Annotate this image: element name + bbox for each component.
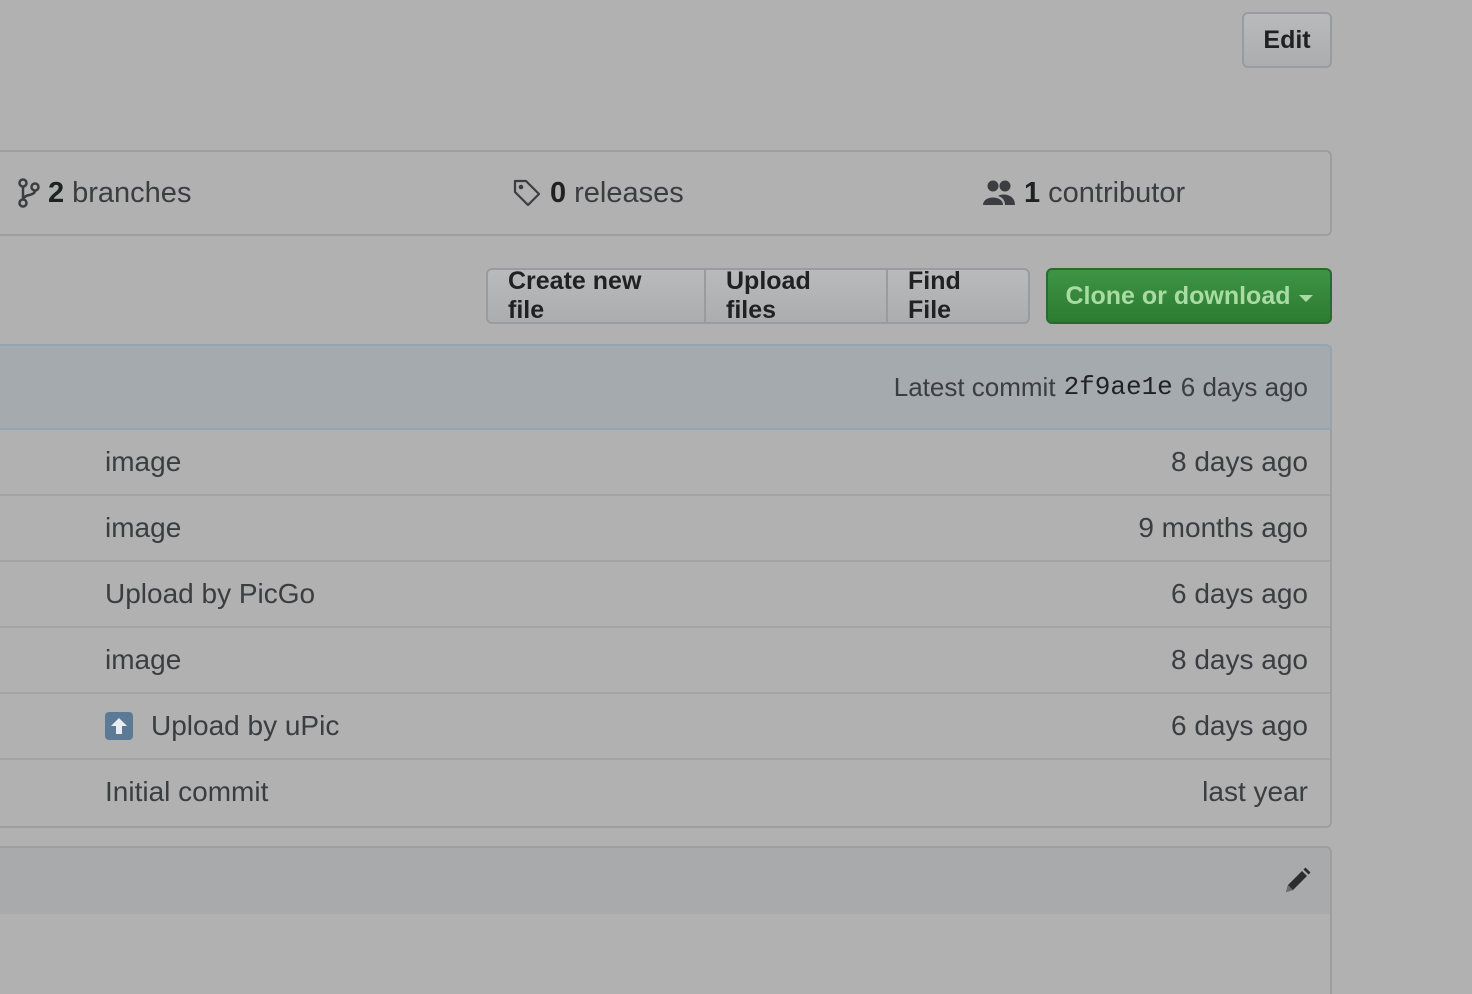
branches-label: branches [72,176,192,209]
repo-summary: 2 branches 0 releases 1 contributor [0,150,1332,236]
file-row: Upload by PicGo 6 days ago [0,562,1330,628]
commit-message-link[interactable]: Upload by uPic [105,694,339,758]
commit-age: last year [1202,776,1308,807]
upload-files-button[interactable]: Upload files [706,267,888,324]
commit-age: 8 days ago [1171,644,1308,675]
contributors-label: contributor [1048,176,1186,209]
create-new-file-button[interactable]: Create new file [486,267,706,324]
releases-count: 0 [550,176,567,209]
branch-icon [18,178,40,208]
commit-age: 8 days ago [1171,446,1308,477]
file-row: image 9 months ago [0,496,1330,562]
commit-message-link[interactable]: image [105,430,181,494]
releases-label: releases [574,176,684,209]
people-icon [982,179,1016,207]
up-arrow-icon [105,712,133,740]
commit-message-link[interactable]: image [105,628,181,692]
tag-icon [512,178,542,208]
releases-link[interactable]: 0 releases [512,152,684,234]
commit-message-link[interactable]: image [105,496,181,560]
caret-down-icon [1298,294,1313,302]
readme-body [0,914,1332,994]
commit-sha-link[interactable]: 2f9ae1e [1064,372,1173,402]
branches-count: 2 [48,176,65,209]
file-row: Initial commit last year [0,760,1330,826]
commit-age: 6 days ago [1180,371,1308,402]
commit-age: 9 months ago [1138,512,1308,543]
commit-message-link[interactable]: Initial commit [105,760,268,824]
find-file-button[interactable]: Find File [888,267,1030,324]
file-row: image 8 days ago [0,628,1330,694]
clone-or-download-button[interactable]: Clone or download [1046,268,1332,324]
file-row: Upload by uPic 6 days ago [0,694,1330,760]
readme-header [0,846,1332,916]
commit-age: 6 days ago [1171,710,1308,741]
commit-message-link[interactable]: Upload by PicGo [105,562,315,626]
file-list: image 8 days ago image 9 months ago Uplo… [0,430,1332,828]
commit-age: 6 days ago [1171,578,1308,609]
contributors-count: 1 [1024,176,1041,209]
file-row: image 8 days ago [0,430,1330,496]
file-actions: Create new file Upload files Find File [486,267,1030,324]
latest-commit-prefix: Latest commit [893,371,1056,402]
clone-label: Clone or download [1065,281,1291,310]
edit-button[interactable]: Edit [1242,12,1332,68]
contributors-link[interactable]: 1 contributor [982,152,1185,234]
commit-message-text: Upload by uPic [151,710,340,741]
branches-link[interactable]: 2 branches [18,152,191,234]
pencil-icon[interactable] [1282,866,1312,901]
latest-commit-bar: Latest commit 2f9ae1e 6 days ago [0,344,1332,430]
